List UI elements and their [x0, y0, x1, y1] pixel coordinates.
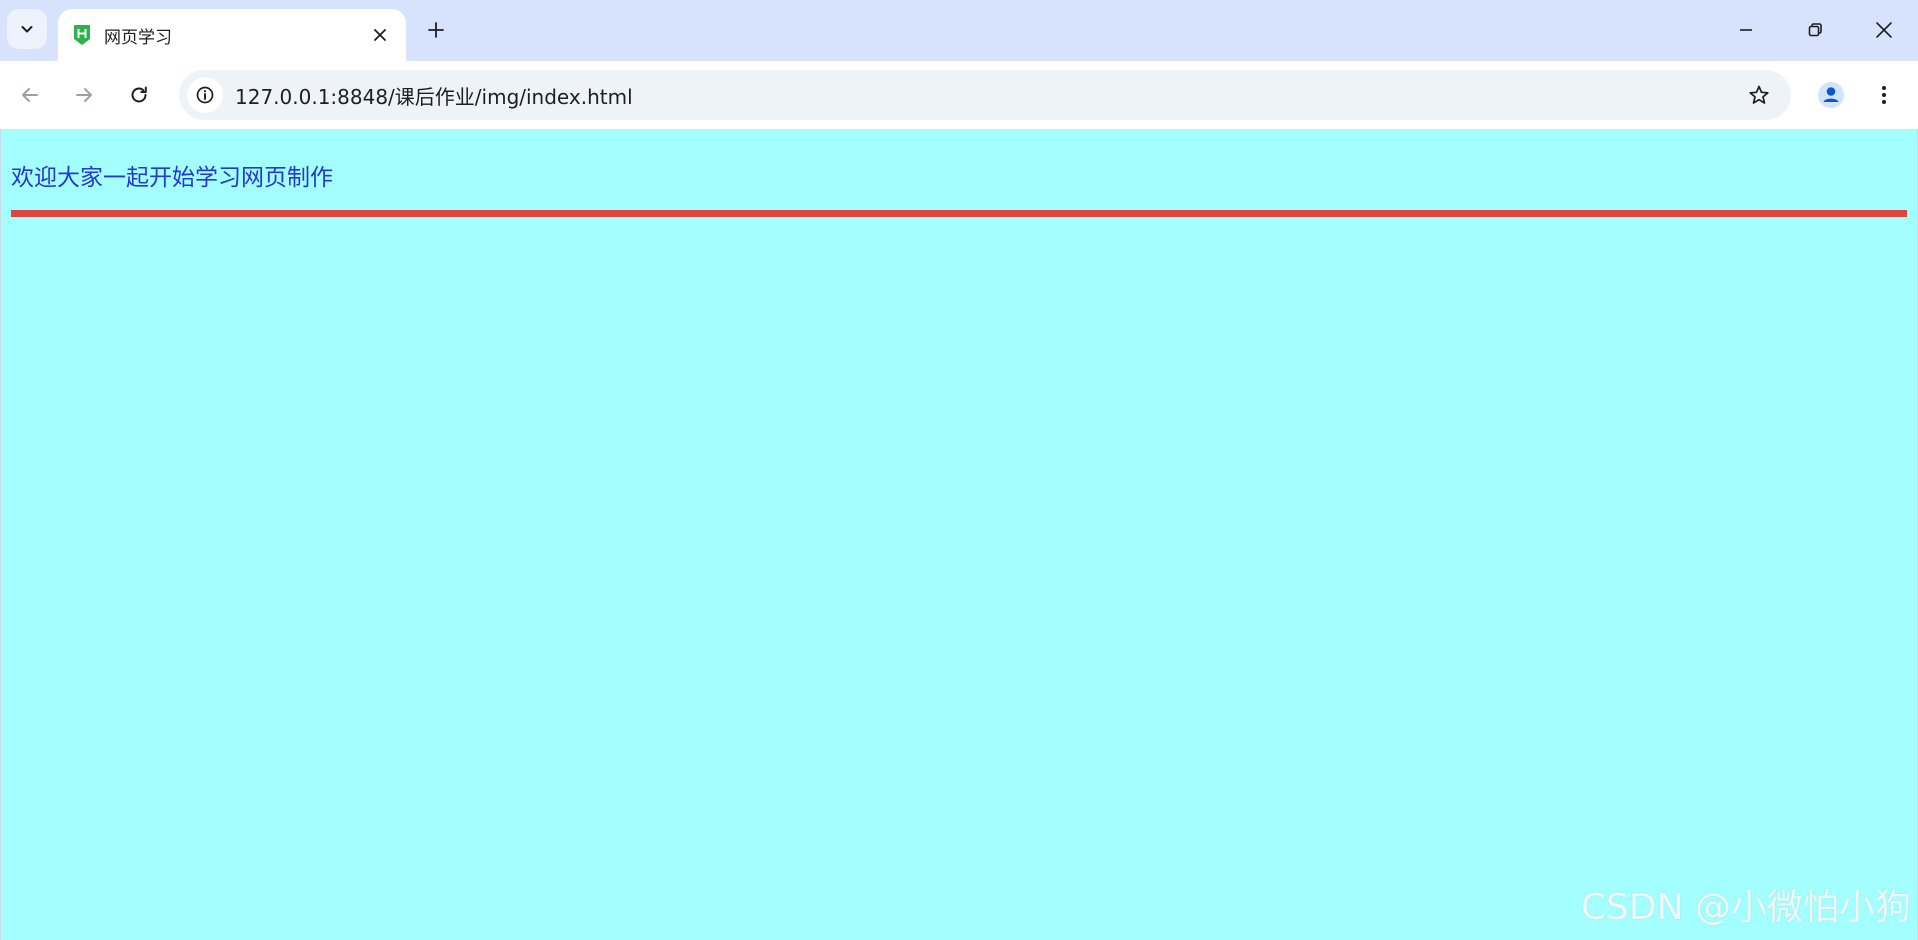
new-tab-button[interactable] — [420, 14, 452, 46]
bookmark-button[interactable] — [1741, 77, 1777, 113]
kebab-menu-icon — [1882, 86, 1886, 104]
tab-active[interactable]: 网页学习 — [58, 9, 406, 61]
info-icon — [196, 86, 214, 104]
chevron-down-icon — [21, 26, 33, 33]
menu-button[interactable] — [1866, 77, 1902, 113]
profile-button[interactable] — [1813, 77, 1849, 113]
back-button[interactable] — [12, 77, 48, 113]
tab-close-button[interactable] — [366, 21, 394, 49]
forward-button[interactable] — [66, 77, 102, 113]
close-icon — [1875, 22, 1892, 38]
close-icon — [374, 29, 386, 41]
reload-button[interactable] — [121, 77, 157, 113]
tab-search-button[interactable] — [7, 9, 47, 49]
watermark: CSDN @小微怕小狗 — [1580, 887, 1911, 928]
url-text[interactable]: 127.0.0.1:8848/课后作业/img/index.html — [235, 81, 1741, 110]
arrow-left-icon — [22, 88, 38, 102]
browser-window: 网页学习 127.0.0.1:8848/课后作业/img/index.html … — [0, 0, 1918, 940]
minimize-icon — [1739, 29, 1752, 31]
close-window-button[interactable] — [1849, 0, 1918, 60]
person-icon — [1818, 82, 1844, 108]
address-bar[interactable]: 127.0.0.1:8848/课后作业/img/index.html — [179, 70, 1791, 120]
minimize-button[interactable] — [1711, 0, 1780, 60]
window-controls — [1711, 0, 1918, 60]
star-icon — [1749, 85, 1769, 104]
reload-icon — [131, 86, 147, 103]
site-info-button[interactable] — [187, 77, 223, 113]
tab-title: 网页学习 — [104, 27, 172, 48]
tab-strip: 网页学习 — [0, 0, 1918, 61]
page-viewport: 欢迎大家一起开始学习网页制作 CSDN @小微怕小狗 — [0, 129, 1918, 940]
restore-icon — [1808, 23, 1822, 37]
hbuilder-icon — [72, 24, 92, 46]
browser-toolbar: 127.0.0.1:8848/课后作业/img/index.html — [0, 61, 1918, 129]
arrow-right-icon — [76, 88, 92, 102]
plus-icon — [428, 22, 444, 38]
page-heading: 欢迎大家一起开始学习网页制作 — [11, 165, 333, 191]
horizontal-rule — [11, 210, 1907, 217]
restore-button[interactable] — [1780, 0, 1849, 60]
